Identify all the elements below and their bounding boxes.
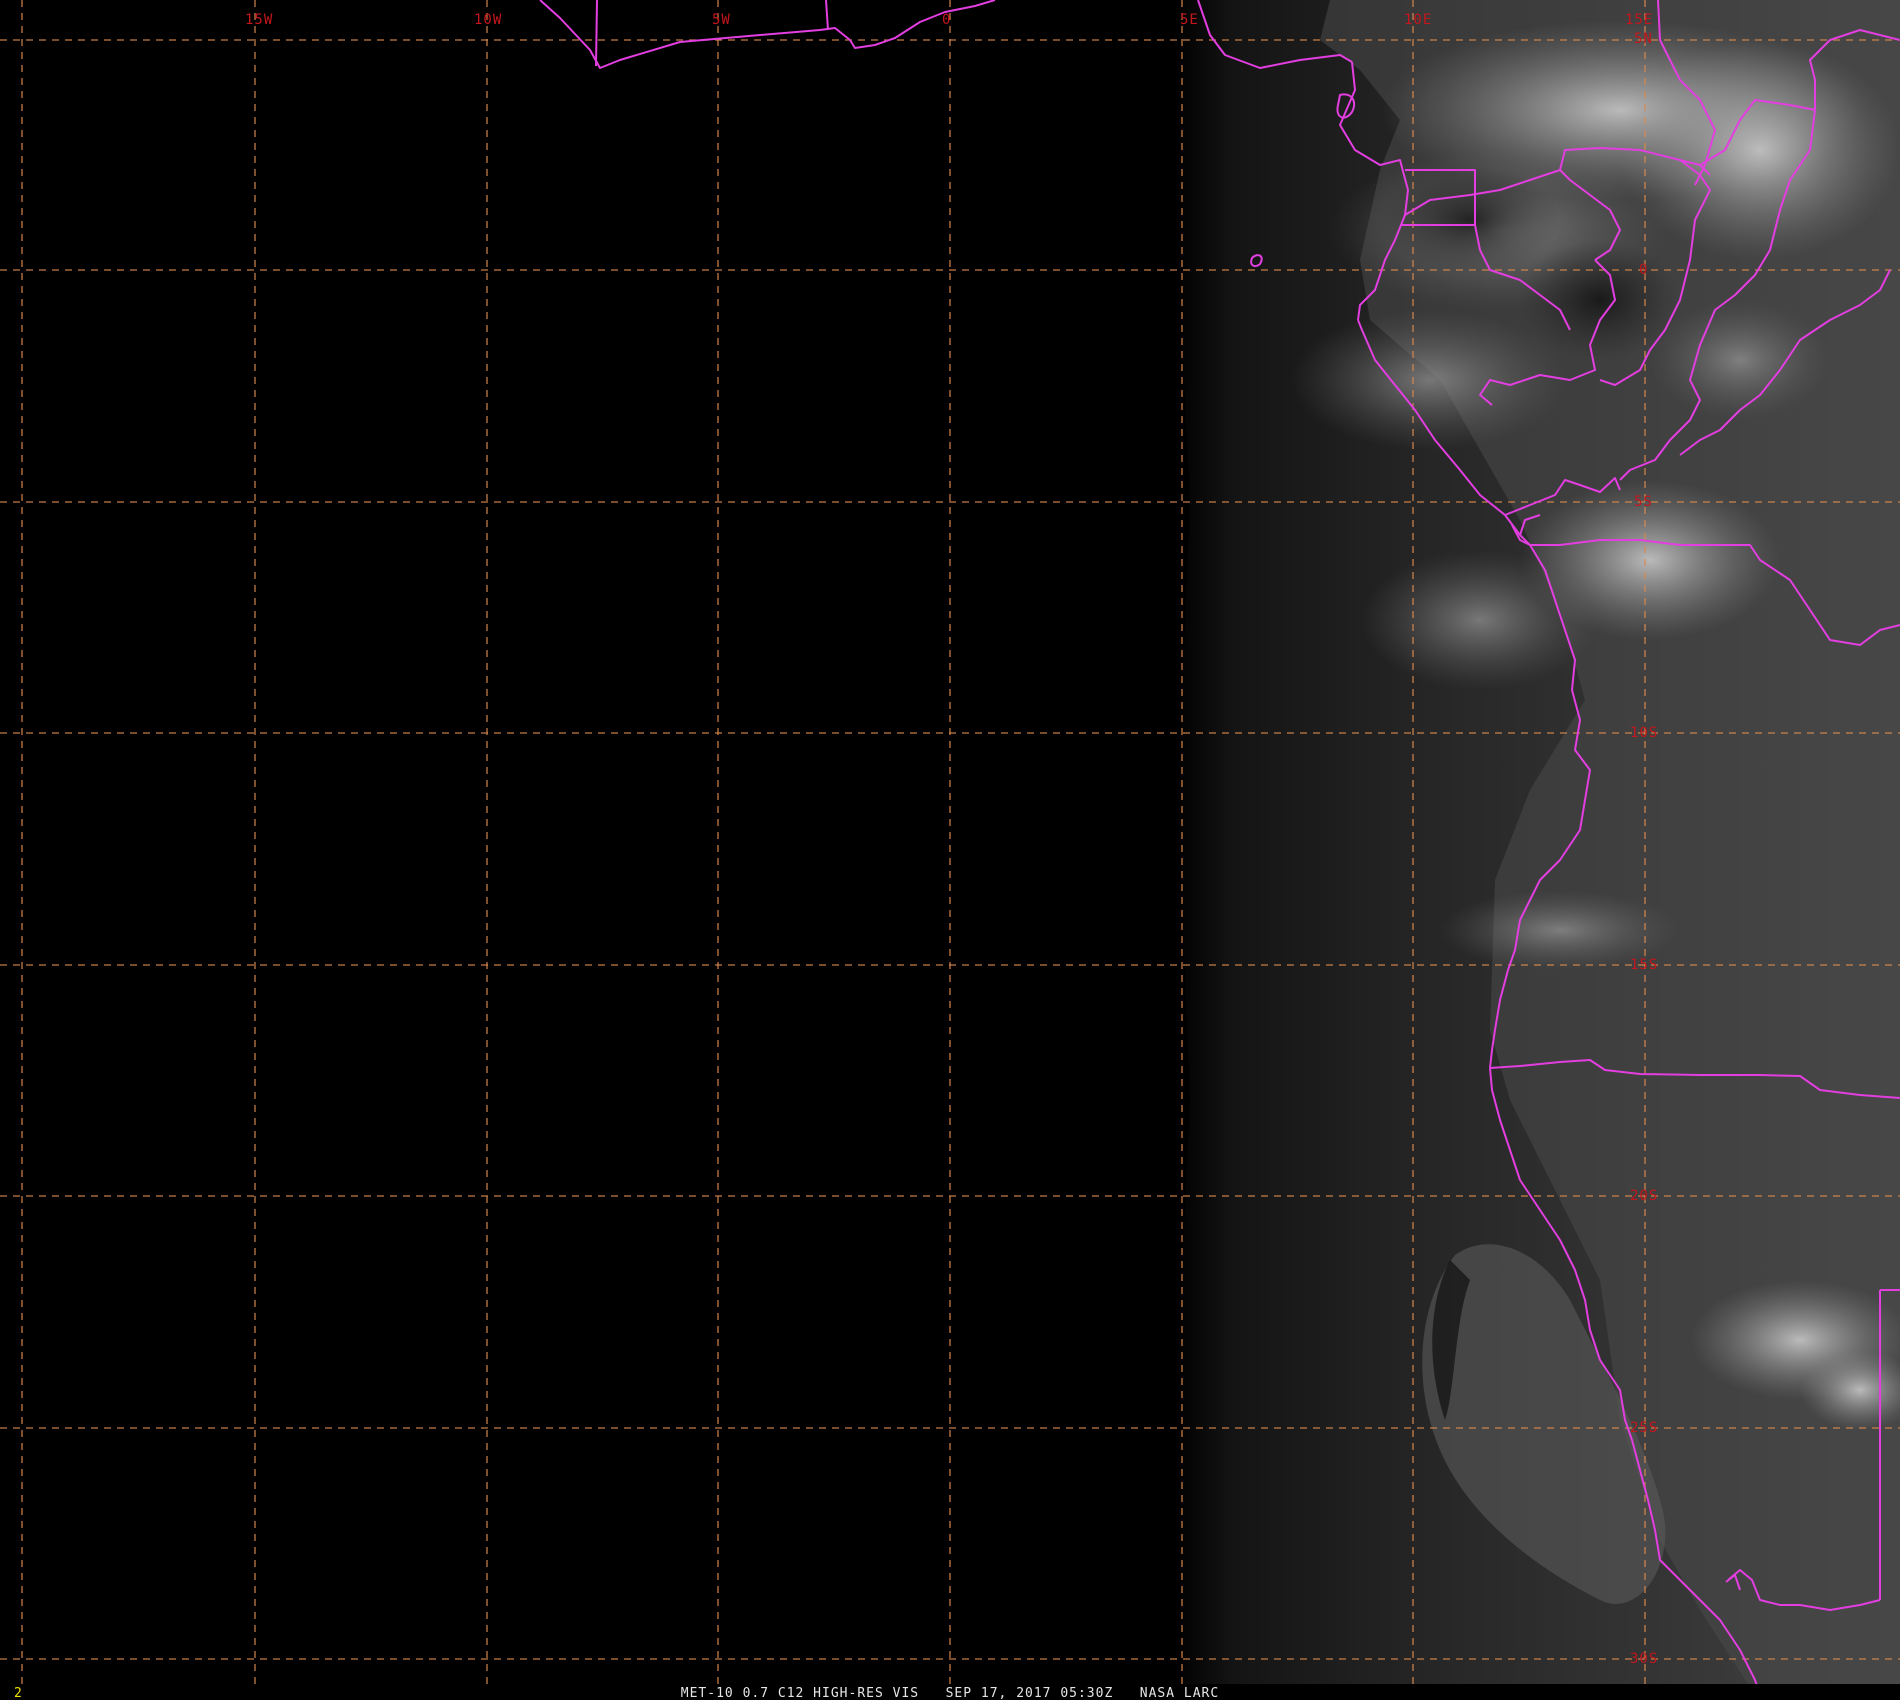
satellite-map: 15W 10W 5W 0 5E 10E 15E 5N 0 5S 10S 15S … [0, 0, 1900, 1700]
lat-label-20s: 20S [1630, 1188, 1658, 1204]
satellite-image-viewer[interactable]: 15W 10W 5W 0 5E 10E 15E 5N 0 5S 10S 15S … [0, 0, 1900, 1700]
image-caption: MET-10 0.7 C12 HIGH-RES VIS SEP 17, 2017… [681, 1686, 1219, 1700]
lat-label-25s: 25S [1630, 1420, 1658, 1436]
frame-number: 2 [14, 1686, 22, 1700]
lat-label-15s: 15S [1630, 957, 1658, 973]
lon-label-5w: 5W [712, 12, 731, 28]
lon-label-15w: 15W [245, 12, 273, 28]
lon-label-5e: 5E [1180, 12, 1199, 28]
lat-label-0: 0 [1639, 262, 1648, 278]
lon-label-0: 0 [942, 12, 951, 28]
lon-label-10w: 10W [474, 12, 502, 28]
lat-label-5n: 5N [1634, 31, 1653, 47]
lon-label-10e: 10E [1404, 12, 1432, 28]
lat-label-30s: 30S [1630, 1651, 1658, 1667]
lat-label-10s: 10S [1630, 725, 1658, 741]
lat-label-5s: 5S [1634, 494, 1653, 510]
visible-imagery [1175, 0, 1900, 1695]
lon-label-15e: 15E [1625, 12, 1653, 28]
